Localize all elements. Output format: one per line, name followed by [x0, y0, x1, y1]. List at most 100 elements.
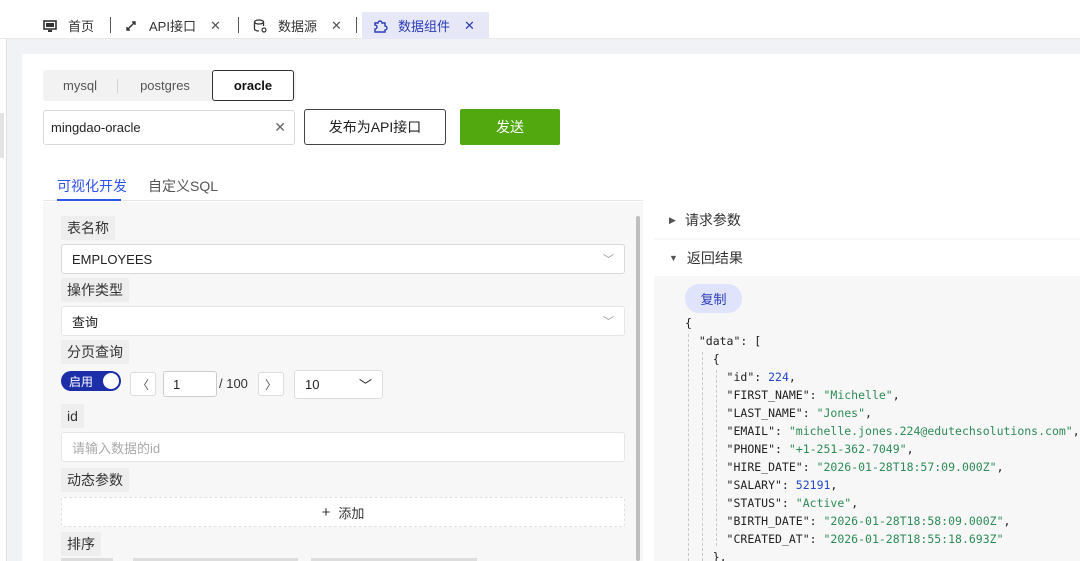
json-key: "HIRE_DATE":: [726, 460, 817, 474]
db-type-oracle[interactable]: oracle: [212, 70, 294, 101]
chevron-right-icon: 〉: [264, 377, 277, 392]
database-icon: [252, 18, 268, 34]
mode-tabs: 可视化开发 自定义SQL: [43, 167, 643, 201]
visual-form-panel: 表名称 EMPLOYEES ﹀ 操作类型 查询 ﹀ 分页查询 启用 〈 1 / …: [43, 202, 643, 561]
chevron-down-icon: ﹀: [358, 378, 372, 393]
json-value: "2026-01-28T18:57:09.000Z": [816, 460, 997, 474]
db-type-mysql[interactable]: mysql: [43, 70, 117, 101]
chevron-down-icon: ﹀: [603, 254, 614, 266]
json-comma: ,: [788, 370, 796, 384]
operation-type-value: 查询: [72, 314, 99, 330]
send-button[interactable]: 发送: [460, 109, 560, 145]
tab-divider: [238, 17, 239, 33]
return-result-header[interactable]: ▼ 返回结果: [654, 240, 1080, 276]
scrollbar[interactable]: [636, 216, 640, 561]
table-name-value: EMPLOYEES: [72, 251, 153, 267]
operation-type-select[interactable]: 查询 ﹀: [61, 306, 625, 336]
clear-icon[interactable]: ✕: [274, 119, 286, 136]
tab-visual-dev[interactable]: 可视化开发: [57, 176, 127, 196]
json-key: "EMAIL":: [726, 424, 789, 438]
tab-datasource[interactable]: 数据源 ✕: [252, 12, 342, 39]
add-label: 添加: [338, 505, 365, 521]
close-icon[interactable]: ✕: [464, 18, 475, 34]
add-param-button[interactable]: + 添加: [61, 497, 625, 527]
page-size-select[interactable]: 10 ﹀: [294, 370, 383, 399]
json-line: "EMAIL": "michelle.jones.224@edutechsolu…: [685, 422, 1080, 440]
json-key: "STATUS":: [726, 496, 796, 510]
json-line: "LAST_NAME": "Jones",: [685, 404, 1080, 422]
connection-select[interactable]: mingdao-oracle ✕: [43, 110, 295, 145]
sidebar-handle[interactable]: [0, 113, 4, 158]
tab-label: 首页: [68, 19, 95, 34]
id-input[interactable]: 请输入数据的id: [61, 432, 625, 462]
result-panel: ▶ 请求参数 ▼ 返回结果 复制 { "data": [ { "id": 224…: [654, 202, 1080, 561]
json-comma: ,: [865, 406, 872, 420]
tab-home[interactable]: 首页: [42, 12, 94, 39]
json-value: [: [754, 334, 762, 348]
json-value: "+1-251-362-7049": [788, 442, 907, 456]
json-key: "BIRTH_DATE":: [726, 514, 824, 528]
json-value: "Active": [795, 496, 852, 510]
json-line: "SALARY": 52191,: [685, 476, 1080, 494]
json-key: "SALARY":: [726, 478, 796, 492]
operation-type-label: 操作类型: [61, 278, 129, 302]
json-value: "Jones": [816, 406, 866, 420]
request-params-header[interactable]: ▶ 请求参数: [654, 202, 1080, 238]
json-value: "michelle.jones.224@edutechsolutions.com…: [788, 424, 1073, 438]
active-tab-indicator: [57, 199, 121, 201]
db-type-switch: mysql postgres oracle: [43, 70, 296, 101]
db-type-postgres[interactable]: postgres: [118, 70, 212, 101]
copy-button[interactable]: 复制: [685, 284, 742, 313]
json-line: "CREATED_AT": "2026-01-28T18:55:18.693Z": [685, 530, 1080, 548]
json-key: "id":: [726, 370, 769, 384]
json-value: {: [685, 316, 692, 330]
toggle-label: 启用: [69, 374, 94, 389]
paging-toggle[interactable]: 启用: [61, 371, 121, 391]
tab-custom-sql[interactable]: 自定义SQL: [148, 176, 218, 196]
json-value: {: [712, 352, 720, 366]
request-params-label: 请求参数: [684, 212, 741, 228]
prev-page-button[interactable]: 〈: [130, 372, 156, 396]
json-value: 52191: [795, 478, 831, 492]
json-output: { "data": [ { "id": 224, "FIRST_NAME": "…: [685, 314, 1080, 561]
table-name-select[interactable]: EMPLOYEES ﹀: [61, 244, 625, 274]
json-line: "STATUS": "Active",: [685, 494, 1080, 512]
tab-label: 数据源: [278, 19, 318, 34]
plus-icon: +: [321, 503, 331, 521]
close-icon[interactable]: ✕: [210, 18, 221, 34]
chevron-left-icon: 〈: [136, 377, 149, 392]
paging-label: 分页查询: [61, 340, 129, 364]
tab-divider: [356, 17, 357, 33]
json-comma: ,: [830, 478, 838, 492]
publish-api-button[interactable]: 发布为API接口: [304, 109, 446, 145]
return-result-label: 返回结果: [686, 250, 743, 266]
tab-api[interactable]: API接口 ✕: [123, 12, 221, 39]
json-key: "PHONE":: [726, 442, 789, 456]
caret-right-icon: ▶: [669, 214, 676, 225]
puzzle-icon: [372, 18, 388, 34]
json-value: "2026-01-28T18:55:18.693Z": [823, 532, 1004, 546]
close-icon[interactable]: ✕: [331, 18, 342, 34]
json-value: },: [712, 550, 727, 561]
json-line: "PHONE": "+1-251-362-7049",: [685, 440, 1080, 458]
page-number-input[interactable]: 1: [163, 371, 217, 397]
chevron-down-icon: ﹀: [603, 316, 614, 328]
json-line: "data": [: [685, 332, 1080, 350]
json-line: "BIRTH_DATE": "2026-01-28T18:58:09.000Z"…: [685, 512, 1080, 530]
tab-data-component[interactable]: 数据组件 ✕: [362, 12, 489, 39]
tab-bar: 首页 API接口 ✕ 数据源 ✕ 数据组件 ✕: [0, 0, 1080, 39]
json-comma: ,: [996, 460, 1004, 474]
json-line: "HIRE_DATE": "2026-01-28T18:57:09.000Z",: [685, 458, 1080, 476]
json-comma: ,: [1072, 424, 1080, 438]
next-page-button[interactable]: 〉: [258, 372, 284, 396]
json-line: "id": 224,: [685, 368, 1080, 386]
